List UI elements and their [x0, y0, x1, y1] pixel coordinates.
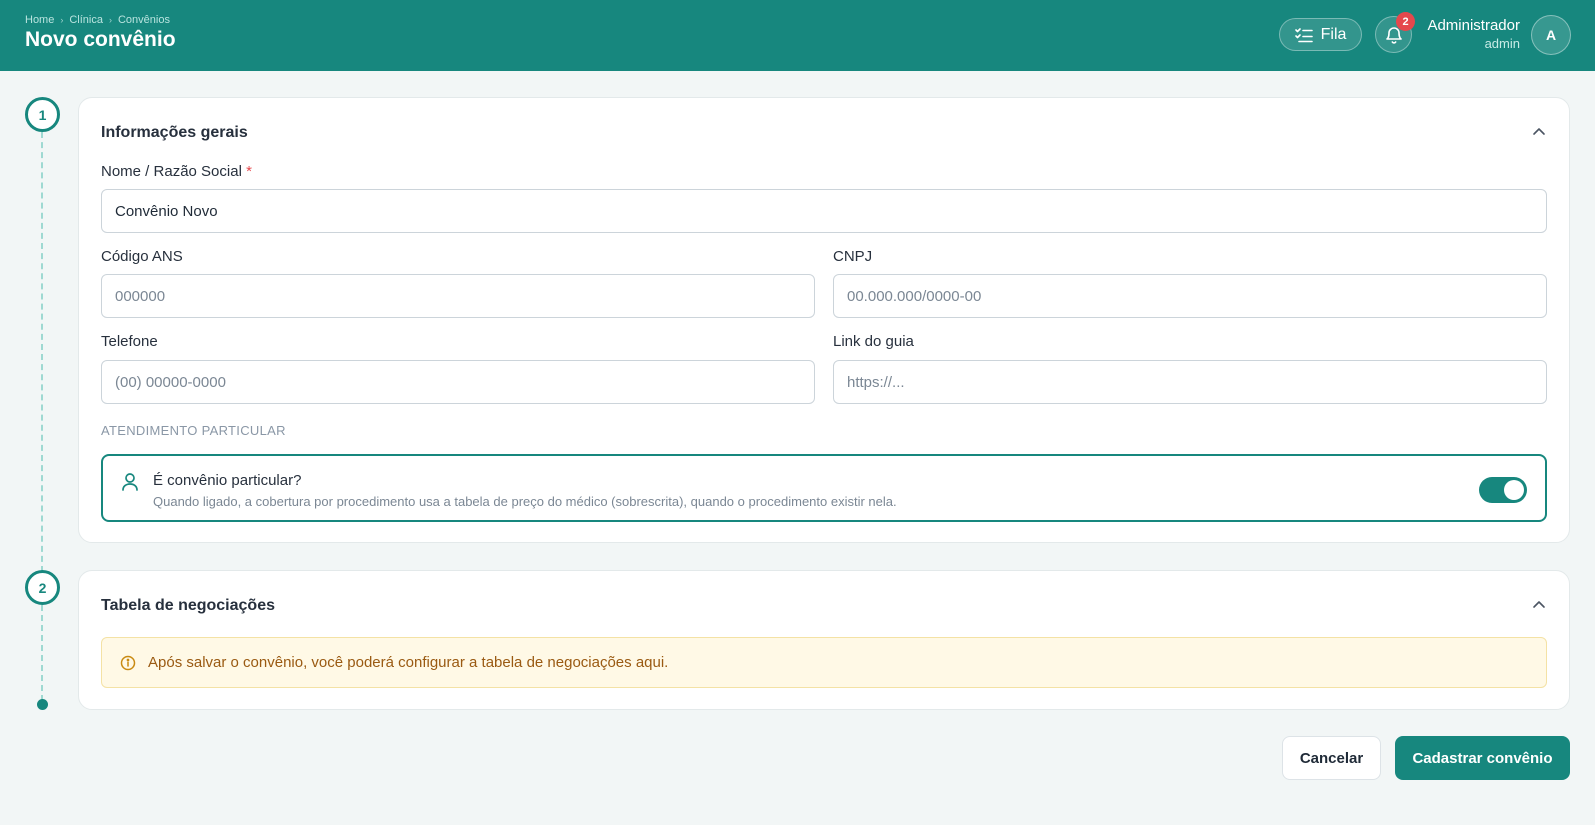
- private-title: É convênio particular?: [153, 472, 302, 489]
- negotiations-info-alert: Após salvar o convênio, você poderá conf…: [101, 637, 1547, 688]
- cnpj-label: CNPJ: [833, 248, 873, 265]
- user-icon: [122, 473, 138, 491]
- user-role: admin: [1484, 36, 1520, 51]
- chevron-up-icon[interactable]: [1531, 124, 1547, 140]
- guide-link-label: Link do guia: [833, 333, 914, 350]
- private-description: Quando ligado, a cobertura por procedime…: [153, 494, 897, 509]
- phone-input[interactable]: [101, 360, 815, 404]
- top-bar: Home › Clínica › Convênios Novo convênio…: [0, 0, 1595, 71]
- negotiations-card: Tabela de negociações Após salvar o conv…: [78, 570, 1570, 710]
- info-icon: [120, 655, 136, 670]
- breadcrumb-separator: ›: [108, 15, 112, 25]
- general-info-title: Informações gerais: [101, 124, 248, 141]
- negotiations-info-text: Após salvar o convênio, você poderá conf…: [148, 654, 669, 671]
- phone-label: Telefone: [101, 333, 158, 350]
- submit-button[interactable]: Cadastrar convênio: [1395, 736, 1570, 780]
- user-name: Administrador: [1427, 17, 1520, 34]
- name-label: Nome / Razão Social *: [101, 163, 252, 180]
- general-info-card: Informações gerais Nome / Razão Social *…: [78, 97, 1570, 543]
- checklist-icon: [1294, 27, 1313, 42]
- queue-button[interactable]: Fila: [1279, 18, 1362, 51]
- stepper-end-dot: [37, 699, 48, 710]
- negotiations-title: Tabela de negociações: [101, 597, 275, 614]
- breadcrumb-separator: ›: [60, 15, 64, 25]
- private-section-label: ATENDIMENTO PARTICULAR: [101, 423, 286, 438]
- breadcrumb-convenios[interactable]: Convênios: [118, 14, 170, 26]
- avatar[interactable]: A: [1531, 15, 1571, 55]
- required-marker: *: [246, 163, 252, 180]
- cancel-button[interactable]: Cancelar: [1282, 736, 1381, 780]
- name-input[interactable]: [101, 189, 1547, 233]
- toggle-knob: [1504, 480, 1524, 500]
- ans-label: Código ANS: [101, 248, 183, 265]
- ans-input[interactable]: [101, 274, 815, 318]
- breadcrumb: Home › Clínica › Convênios: [25, 14, 170, 26]
- private-toggle[interactable]: [1479, 477, 1527, 503]
- step-2-indicator: 2: [25, 570, 60, 605]
- guide-link-input[interactable]: [833, 360, 1547, 404]
- page-title: Novo convênio: [25, 28, 176, 51]
- stepper-line: [41, 132, 43, 572]
- private-toggle-row[interactable]: É convênio particular? Quando ligado, a …: [101, 454, 1547, 522]
- chevron-up-icon[interactable]: [1531, 597, 1547, 613]
- step-1-indicator: 1: [25, 97, 60, 132]
- breadcrumb-clinica[interactable]: Clínica: [69, 14, 103, 26]
- breadcrumb-home[interactable]: Home: [25, 14, 54, 26]
- queue-button-label: Fila: [1320, 25, 1347, 43]
- name-label-text: Nome / Razão Social: [101, 163, 242, 180]
- notification-badge: 2: [1396, 12, 1415, 31]
- stepper-line: [41, 605, 43, 701]
- cnpj-input[interactable]: [833, 274, 1547, 318]
